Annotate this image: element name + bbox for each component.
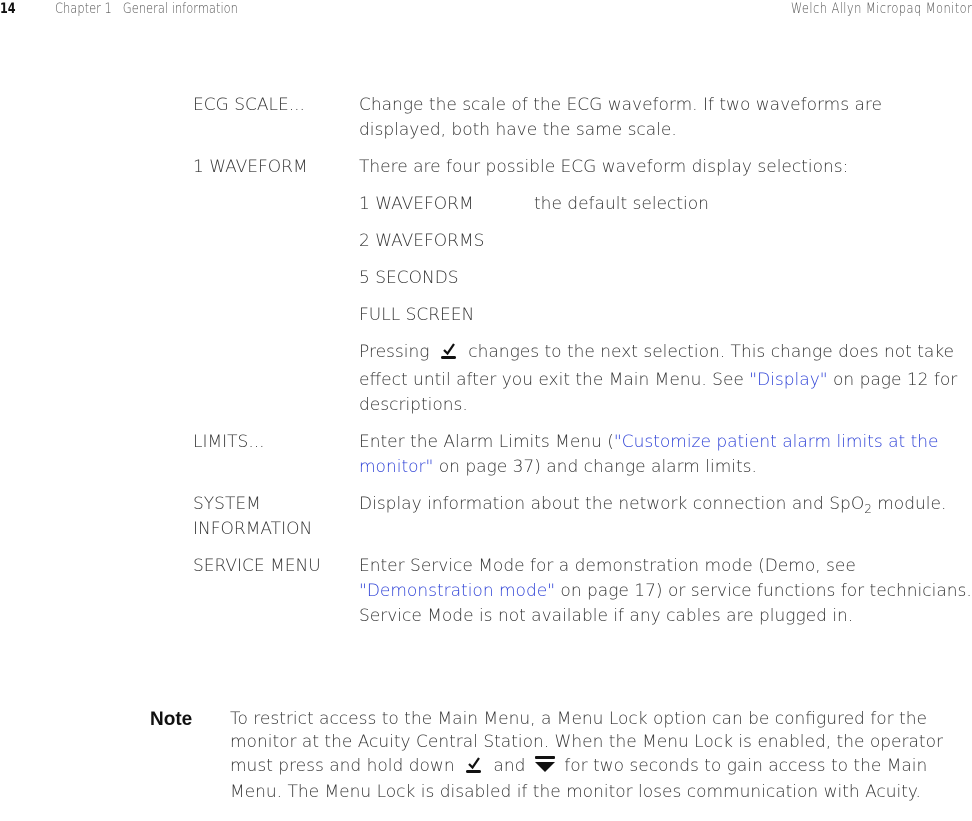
option-label: 1 WAVEFORM [359,194,474,214]
waveform-option: FULL SCREEN [359,303,972,328]
term-description: Enter Service Mode for a demonstration m… [359,554,972,629]
waveform-intro: There are four possible ECG waveform dis… [359,157,849,177]
term-label: SERVICE MENU [193,556,321,576]
definition-limits: LIMITS... Enter the Alarm Limits Menu ("… [193,430,972,480]
check-key-icon [435,340,463,368]
demonstration-mode-link[interactable]: "Demonstration mode" [359,581,555,601]
term-label: LIMITS... [193,432,265,452]
option-label: 2 WAVEFORMS [359,231,485,251]
page-number: 14 [0,1,16,17]
waveform-option: 2 WAVEFORMS [359,229,972,254]
term-label: SYSTEM INFORMATION [193,494,313,539]
term-description: Change the scale of the ECG waveform. If… [359,95,882,140]
definition-system-information: SYSTEM INFORMATION Display information a… [193,492,972,542]
definition-service-menu: SERVICE MENU Enter Service Mode for a de… [193,554,972,629]
chapter-title: Chapter 1 General information [55,1,238,17]
term-description: Display information about the network co… [359,492,972,542]
desc-text: Enter Service Mode for a demonstration m… [359,556,856,576]
waveform-options: 1 WAVEFORM the default selection 2 WAVEF… [359,192,972,328]
waveform-option: 1 WAVEFORM the default selection [359,192,972,217]
desc-text: module. [871,494,947,514]
display-link[interactable]: "Display" [749,370,827,390]
check-key-icon [460,754,488,781]
menu-definitions: ECG SCALE... Change the scale of the ECG… [193,93,972,641]
term-description: Enter the Alarm Limits Menu ("Customize … [359,430,972,480]
waveform-option: 5 SECONDS [359,266,972,291]
definition-waveform: 1 WAVEFORM There are four possible ECG w… [193,155,972,418]
option-label: 5 SECONDS [359,268,459,288]
desc-text: Enter the Alarm Limits Menu ( [359,432,614,452]
note-label: Note [150,709,193,730]
option-label: FULL SCREEN [359,305,475,325]
pressing-text: Pressing [359,342,430,362]
product-name: Welch Allyn Micropaq Monitor [790,1,972,17]
definition-ecg-scale: ECG SCALE... Change the scale of the ECG… [193,93,972,143]
term-description: There are four possible ECG waveform dis… [359,155,972,418]
down-arrow-key-icon [531,754,559,781]
pressing-paragraph: Pressing changes to the next selection. … [359,340,972,418]
page-header: 14 Chapter 1 General information Welch A… [0,0,972,20]
term-label: 1 WAVEFORM [193,157,308,177]
desc-text: Display information about the network co… [359,494,865,514]
desc-text: on page 37) and change alarm limits. [433,457,757,477]
note-block: Note To restrict access to the Main Menu… [150,708,972,804]
subscript: 2 [864,502,872,516]
option-note: the default selection [534,194,709,214]
note-text-part: and [493,756,526,776]
note-text: To restrict access to the Main Menu, a M… [230,708,972,804]
term-label: ECG SCALE... [193,95,305,115]
